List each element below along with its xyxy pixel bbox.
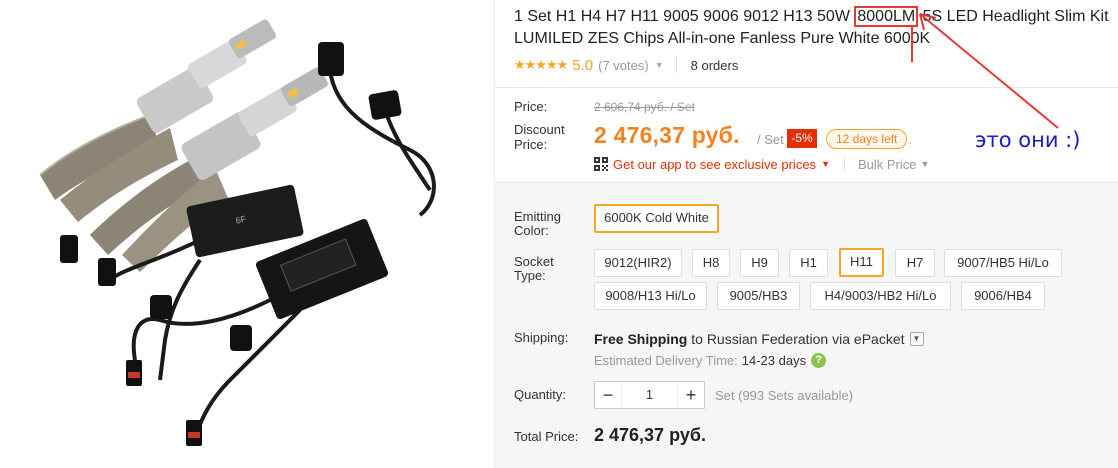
- price-label: Price:: [514, 99, 548, 114]
- socket-option-h9[interactable]: H9: [740, 249, 779, 277]
- separator: [843, 157, 845, 171]
- socket-option-9007[interactable]: 9007/HB5 Hi/Lo: [944, 249, 1062, 277]
- quantity-increase-button[interactable]: +: [678, 382, 704, 408]
- quantity-available: Set (993 Sets available): [715, 388, 854, 403]
- options-panel: Emitting Color: 6000K Cold White Socket …: [495, 182, 1118, 468]
- app-promo-row: Get our app to see exclusive prices ▼ Bu…: [594, 155, 929, 173]
- separator: [675, 57, 677, 73]
- color-label-2: Color:: [514, 223, 549, 238]
- app-promo-link[interactable]: Get our app to see exclusive prices: [613, 157, 816, 172]
- free-shipping-text: Free Shipping: [594, 331, 688, 347]
- divider: [495, 87, 1118, 88]
- current-price: 2 476,37 руб.: [594, 122, 740, 148]
- socket-option-h7[interactable]: H7: [895, 249, 935, 277]
- old-price: 2 606,74 руб. / Set: [594, 100, 695, 114]
- socket-label-1: Socket: [514, 254, 554, 269]
- quantity-label: Quantity:: [514, 387, 567, 402]
- qr-code-icon: [594, 157, 608, 171]
- shipping-via: via: [828, 331, 854, 347]
- socket-option-9005[interactable]: 9005/HB3: [717, 282, 800, 310]
- discount-price-label-1: Discount: [514, 122, 565, 137]
- discount-badge: -5%: [787, 129, 817, 148]
- color-label-1: Emitting: [514, 209, 561, 224]
- product-image[interactable]: 6F: [0, 0, 494, 468]
- rating-score: 5.0: [572, 56, 594, 74]
- chevron-down-icon[interactable]: ▼: [821, 159, 830, 169]
- color-option-6000k[interactable]: 6000K Cold White: [594, 204, 719, 233]
- eta-value: 14-23 days: [741, 353, 807, 368]
- socket-option-9008[interactable]: 9008/H13 Hi/Lo: [594, 282, 707, 310]
- chevron-down-icon[interactable]: ▼: [655, 60, 664, 70]
- quantity-stepper: − 1 +: [594, 381, 705, 409]
- orders-count: 8 orders: [690, 57, 739, 73]
- total-price: 2 476,37 руб.: [594, 425, 706, 445]
- annotation-text: это они :): [975, 128, 1081, 152]
- delivery-estimate: Estimated Delivery Time: 14-23 days ?: [594, 353, 827, 368]
- rating-row: ★★★★★ 5.0 (7 votes) ▼ 8 orders: [514, 55, 738, 75]
- shipping-info: Free Shipping to Russian Federation via …: [594, 331, 924, 347]
- help-icon[interactable]: ?: [811, 353, 827, 368]
- socket-option-9012[interactable]: 9012(HIR2): [594, 249, 682, 277]
- total-price-label: Total Price:: [514, 429, 579, 444]
- socket-option-h8[interactable]: H8: [692, 249, 730, 277]
- eta-label: Estimated Delivery Time:: [594, 353, 738, 368]
- shipping-to: to: [687, 331, 707, 347]
- star-rating-icon[interactable]: ★★★★★: [514, 57, 568, 73]
- socket-option-h1[interactable]: H1: [789, 249, 828, 277]
- led-headlight-kit-photo: 6F: [39, 19, 436, 446]
- product-title: 1 Set H1 H4 H7 H11 9005 9006 9012 H13 50…: [514, 6, 1114, 50]
- socket-option-h11[interactable]: H11: [839, 248, 884, 277]
- title-part-1: 1 Set H1 H4 H7 H11 9005 9006 9012 H13 50…: [514, 8, 855, 25]
- chevron-down-icon[interactable]: ▼: [921, 159, 930, 169]
- quantity-decrease-button[interactable]: −: [595, 382, 621, 408]
- title-lumen-highlight: 8000LM: [854, 6, 919, 27]
- votes-link[interactable]: (7 votes): [598, 58, 649, 73]
- shipping-label: Shipping:: [514, 330, 569, 345]
- divider: [495, 182, 1118, 183]
- shipping-dropdown-icon[interactable]: ▼: [909, 332, 924, 346]
- days-left-badge: 12 days left: [826, 129, 908, 149]
- shipping-carrier: ePacket: [853, 331, 905, 347]
- socket-label-2: Type:: [514, 268, 546, 283]
- socket-option-h4[interactable]: H4/9003/HB2 Hi/Lo: [810, 282, 951, 310]
- per-unit-label: / Set: [757, 132, 784, 147]
- socket-option-9006[interactable]: 9006/HB4: [961, 282, 1045, 310]
- product-info-panel: 1 Set H1 H4 H7 H11 9005 9006 9012 H13 50…: [495, 0, 1118, 468]
- quantity-input[interactable]: 1: [621, 382, 678, 408]
- bulk-price-link[interactable]: Bulk Price: [858, 157, 917, 172]
- shipping-country: Russian Federation: [706, 331, 829, 347]
- discount-price-label-2: Price:: [514, 137, 548, 152]
